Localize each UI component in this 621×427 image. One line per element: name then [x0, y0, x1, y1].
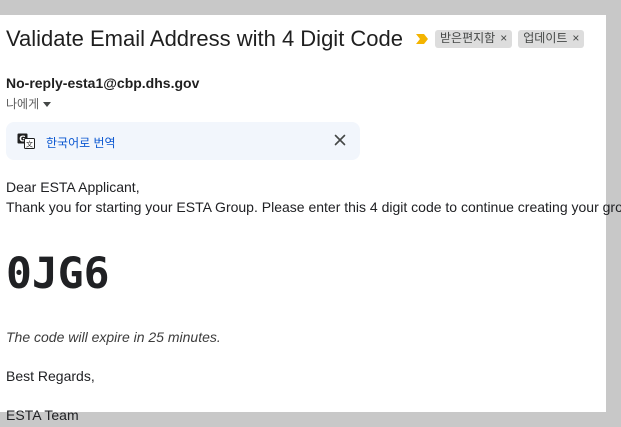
email-signoff: Best Regards, — [6, 368, 95, 384]
email-intro: Thank you for starting your ESTA Group. … — [6, 199, 621, 215]
svg-text:文: 文 — [26, 140, 33, 149]
remove-label-button[interactable]: × — [500, 31, 507, 46]
email-subject: Validate Email Address with 4 Digit Code — [6, 26, 404, 51]
email-signature: ESTA Team — [6, 407, 79, 423]
label-chip-inbox: 받은편지함 × — [435, 30, 513, 48]
email-view: Validate Email Address with 4 Digit Code… — [0, 15, 621, 423]
importance-marker-icon[interactable] — [415, 32, 429, 46]
recipient-details-toggle[interactable]: 나에게 — [6, 95, 52, 112]
sender-address[interactable]: No-reply-esta1@cbp.dhs.gov — [6, 75, 199, 91]
remove-label-button[interactable]: × — [572, 31, 579, 46]
close-icon[interactable] — [333, 133, 347, 147]
label-chip-text: 업데이트 — [523, 31, 568, 45]
recipient-label: 나에게 — [6, 97, 40, 111]
translate-link[interactable]: 한국어로 번역 — [46, 134, 116, 151]
label-chip-text: 받은편지함 — [440, 31, 496, 45]
label-chip-updates: 업데이트 × — [518, 30, 585, 48]
caret-down-icon — [43, 102, 52, 107]
translate-bar: G 文 한국어로 번역 — [6, 122, 360, 160]
subject-row: Validate Email Address with 4 Digit Code… — [6, 23, 585, 55]
translate-icon: G 文 — [17, 133, 35, 149]
code-expiry-note: The code will expire in 25 minutes. — [6, 329, 221, 345]
verification-code: 0JG6 — [6, 249, 110, 299]
email-greeting: Dear ESTA Applicant, — [6, 179, 140, 195]
